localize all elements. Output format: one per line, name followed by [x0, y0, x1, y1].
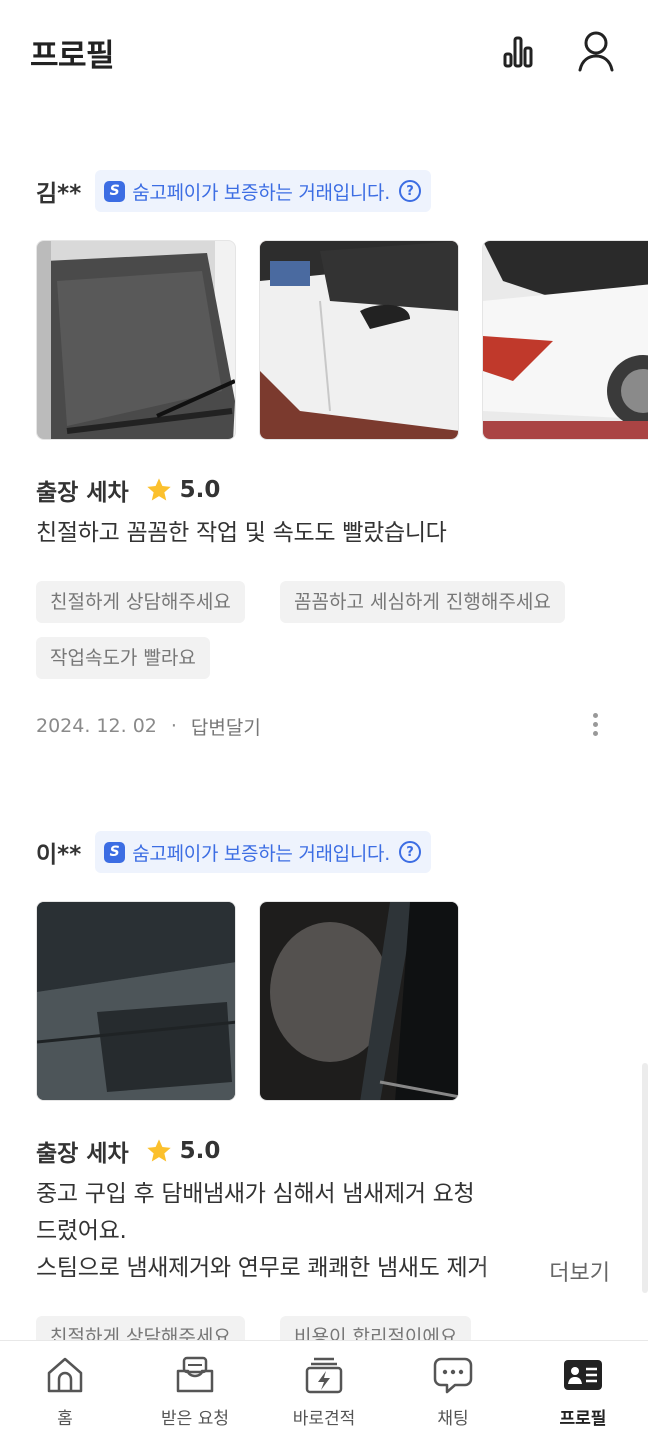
inbox-icon	[176, 1356, 214, 1393]
profile-card-icon	[564, 1360, 602, 1390]
review-tag: 친절하게 상담해주세요	[36, 581, 245, 623]
service-row: 출장 세차 5.0	[36, 1134, 220, 1168]
lightning-quote-icon	[305, 1357, 343, 1394]
home-icon	[47, 1357, 83, 1393]
rating-value: 5.0	[179, 1138, 221, 1164]
chat-icon	[433, 1357, 473, 1394]
white-car-door-photo[interactable]	[259, 240, 459, 440]
badge-text: 숨고페이가 보증하는 거래입니다.	[132, 842, 390, 865]
review-date: 2024. 12. 02	[36, 715, 157, 737]
bar-chart-icon[interactable]	[498, 30, 538, 74]
star-icon	[146, 478, 171, 501]
soomgo-pay-logo-icon: S	[104, 841, 126, 863]
soomgo-pay-logo-icon: S	[104, 180, 126, 202]
car-windshield-photo[interactable]	[36, 240, 236, 440]
review-text: 친절하고 꼼꼼한 작업 및 속도도 빨랐습니다	[36, 515, 616, 552]
review-text-line: 중고 구입 후 담배냄새가 심해서 냄새제거 요청	[36, 1181, 475, 1207]
review-tag: 친절하게 상담해주세요	[36, 1316, 245, 1340]
dark-car-interior-photo[interactable]	[259, 901, 459, 1101]
nav-label: 홈	[57, 1409, 73, 1429]
help-icon[interactable]: ?	[398, 180, 421, 202]
badge-text: 숨고페이가 보증하는 거래입니다.	[132, 181, 390, 204]
page-title: 프로필	[30, 38, 115, 74]
white-car-rear-photo[interactable]	[482, 240, 648, 440]
reviewer-row: 김** S 숨고페이가 보증하는 거래입니다. ?	[36, 169, 431, 213]
review-photos[interactable]	[36, 240, 648, 440]
separator-dot: ·	[170, 715, 177, 737]
service-row: 출장 세차 5.0	[36, 473, 220, 507]
more-options-icon[interactable]	[590, 710, 600, 740]
payment-guarantee-badge: S 숨고페이가 보증하는 거래입니다. ?	[95, 170, 431, 212]
bottom-nav: 홈 받은 요청 바로견적 채팅 프로필	[0, 1340, 648, 1441]
scrollbar[interactable]	[642, 1063, 648, 1293]
nav-label: 채팅	[437, 1409, 469, 1429]
review-card: 이** S 숨고페이가 보증하는 거래입니다. ? 출장 세차 5.0 중고 구…	[0, 830, 648, 1340]
nav-label: 바로견적	[292, 1409, 356, 1429]
rating-value: 5.0	[179, 477, 221, 503]
header: 프로필	[0, 0, 648, 100]
reply-link[interactable]: 답변달기	[191, 713, 261, 740]
review-text-line: 드렸어요.	[36, 1218, 127, 1244]
help-icon[interactable]: ?	[398, 841, 421, 863]
review-tag: 작업속도가 빨라요	[36, 637, 210, 679]
review-text-line: 친절하고 꼼꼼한 작업 및 속도도 빨랐습니다	[36, 520, 447, 546]
service-name: 출장 세차	[36, 480, 129, 506]
review-tag: 꼼꼼하고 세심하게 진행해주세요	[280, 581, 565, 623]
review-meta: 2024. 12. 02 · 답변달기	[36, 711, 261, 741]
review-tag: 비용이 합리적이에요	[280, 1316, 472, 1340]
nav-item-requests[interactable]: 받은 요청	[130, 1341, 260, 1441]
read-more-button[interactable]: 더보기	[547, 1254, 610, 1287]
reviewer-name: 이**	[36, 842, 82, 868]
nav-item-home[interactable]: 홈	[0, 1341, 130, 1441]
nav-label: 받은 요청	[161, 1409, 229, 1429]
nav-item-chat[interactable]: 채팅	[388, 1341, 518, 1441]
dark-windshield-photo[interactable]	[36, 901, 236, 1101]
review-card: 김** S 숨고페이가 보증하는 거래입니다. ? 출장 세차 5.0 친절하고…	[0, 169, 648, 769]
nav-label: 프로필	[559, 1409, 607, 1429]
reviewer-name: 김**	[36, 181, 82, 207]
review-photos[interactable]	[36, 901, 648, 1101]
text-fade	[477, 1252, 548, 1289]
reviewer-row: 이** S 숨고페이가 보증하는 거래입니다. ?	[36, 830, 431, 874]
nav-item-profile[interactable]: 프로필	[518, 1341, 648, 1441]
nav-item-quick-quote[interactable]: 바로견적	[259, 1341, 389, 1441]
star-icon	[146, 1139, 171, 1162]
service-name: 출장 세차	[36, 1141, 129, 1167]
payment-guarantee-badge: S 숨고페이가 보증하는 거래입니다. ?	[95, 831, 431, 873]
more-wrap: 더보기	[477, 1252, 610, 1289]
user-icon[interactable]	[576, 30, 616, 74]
